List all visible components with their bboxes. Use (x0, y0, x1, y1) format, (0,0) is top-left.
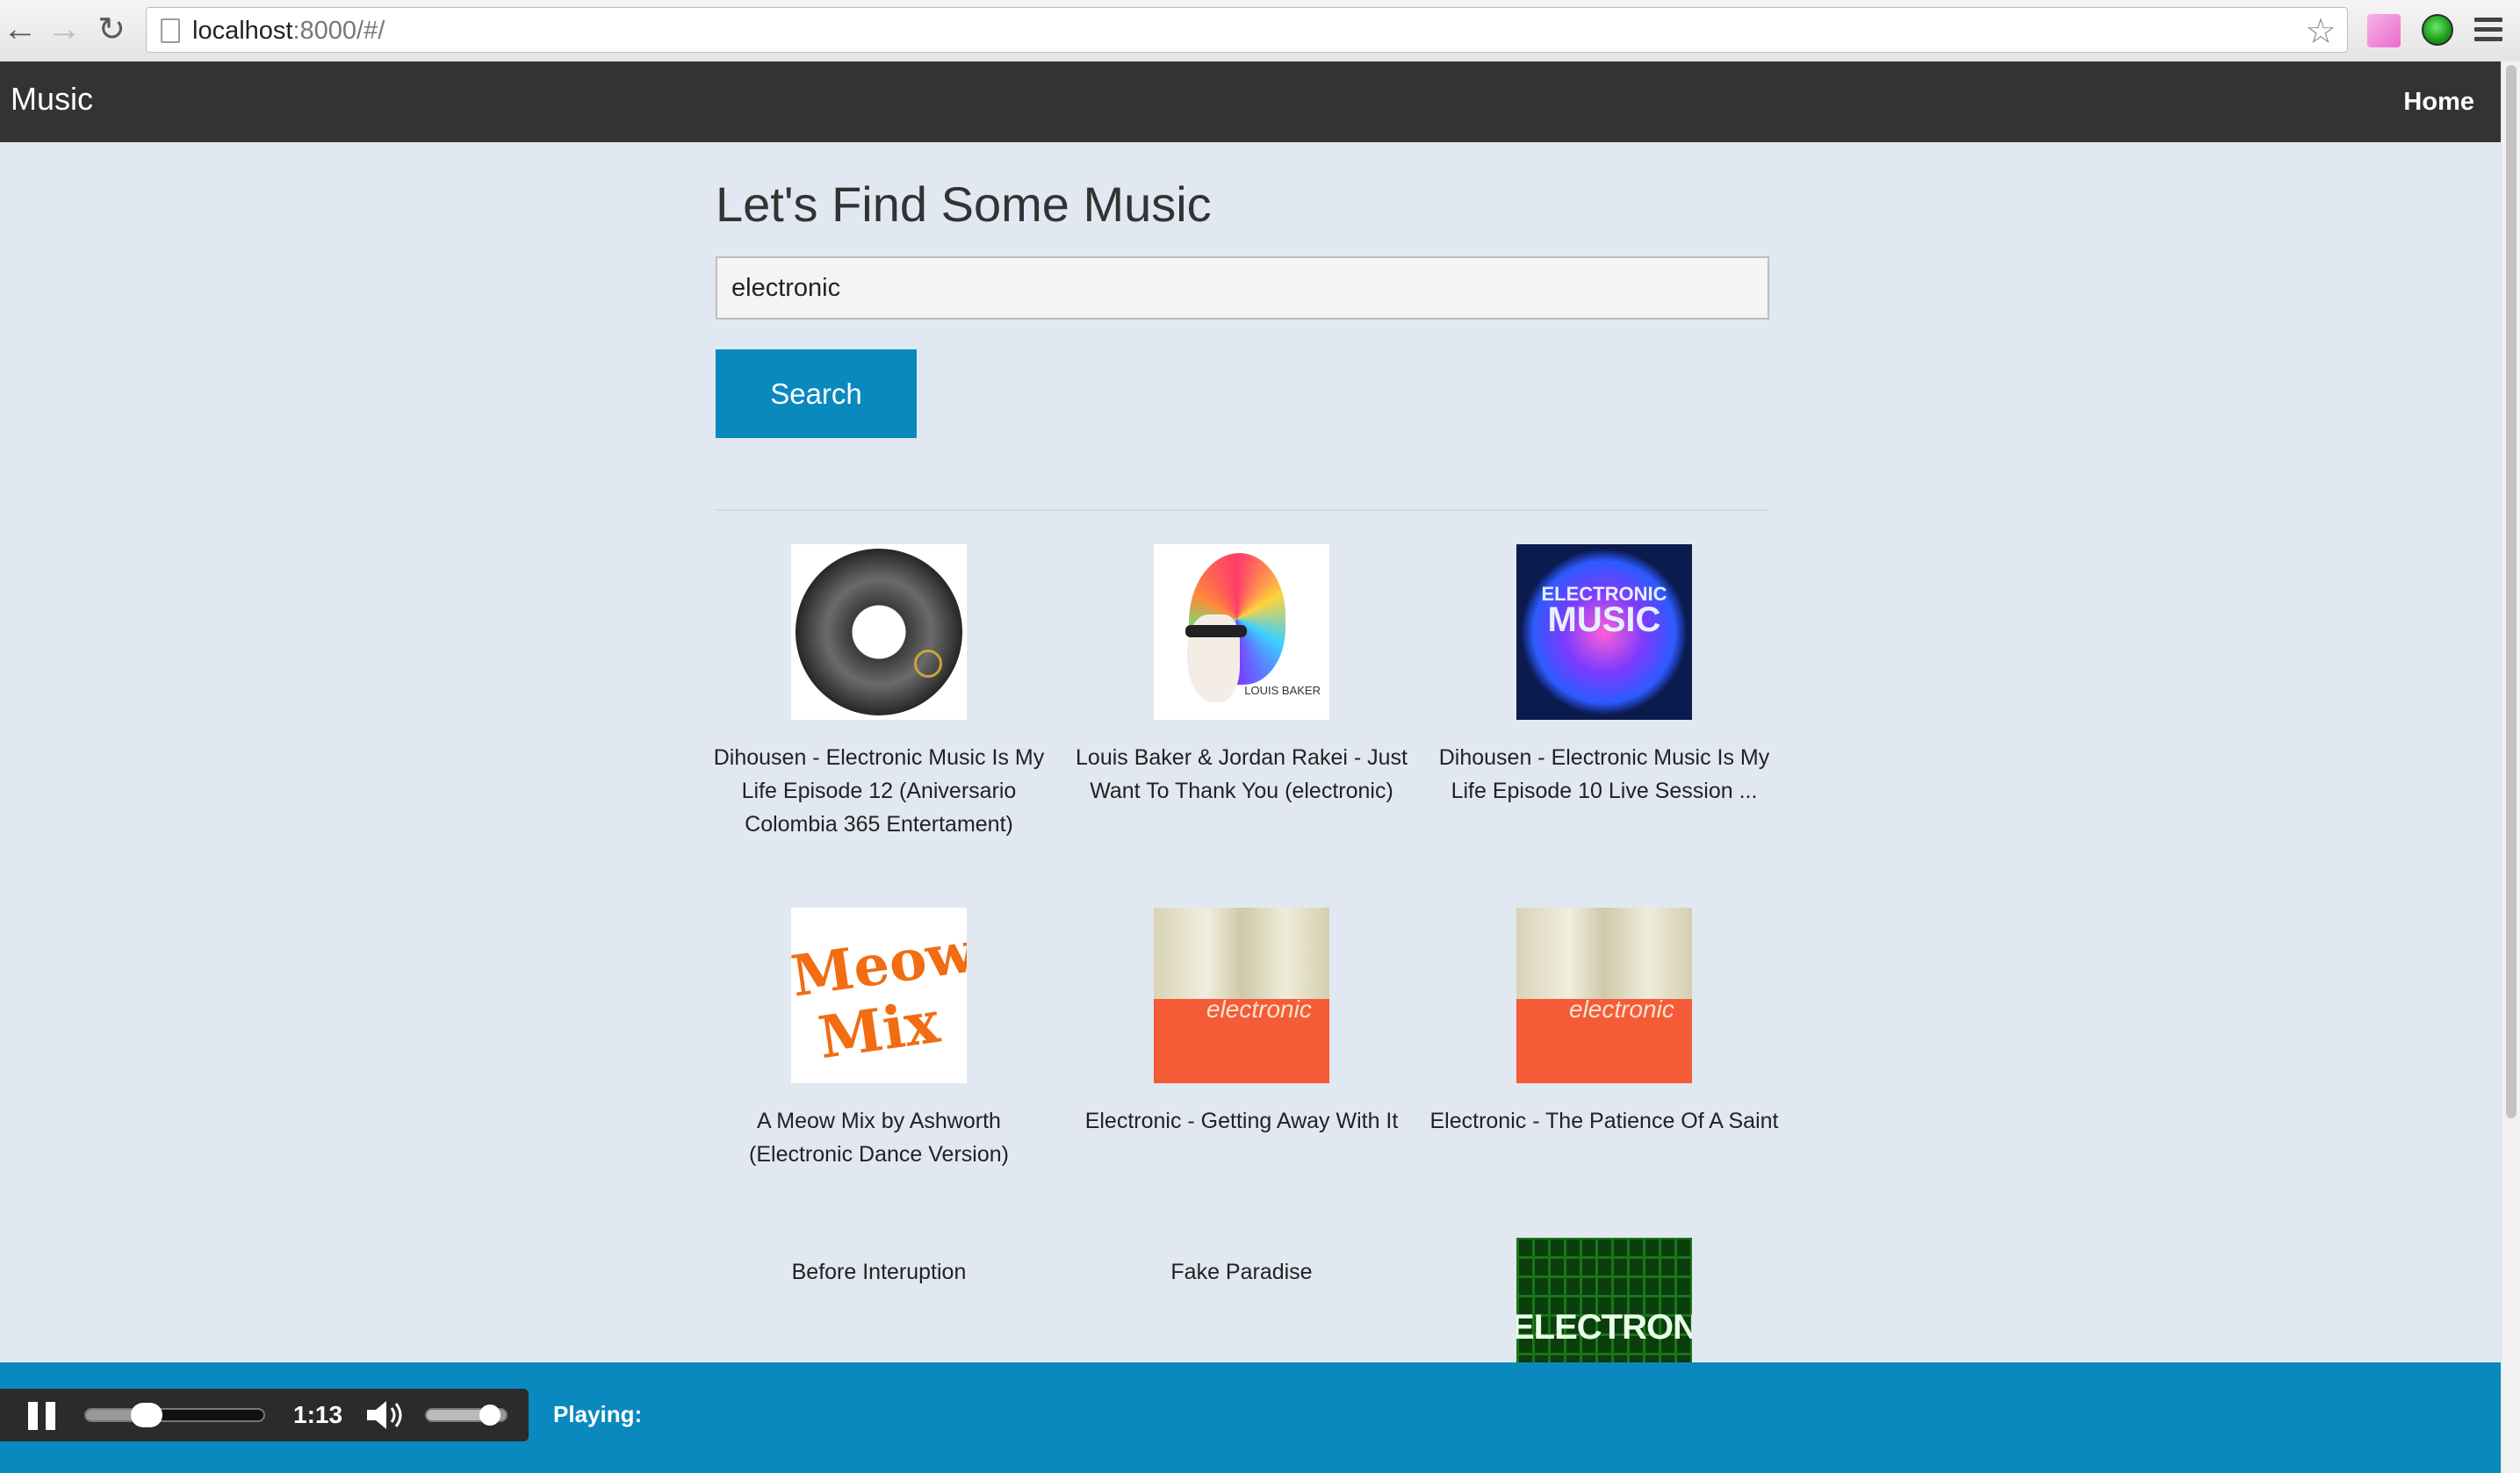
result-card[interactable]: LOUIS BAKER Louis Baker & Jordan Rakei -… (1066, 544, 1417, 808)
result-card[interactable]: Meow Mix A Meow Mix by Ashworth (Electro… (703, 908, 1055, 1171)
browser-toolbar: ← → ↻ localhost:8000/#/ ☆ (0, 0, 2520, 62)
result-card[interactable]: Before Interuption (703, 1255, 1055, 1289)
extension-status-icon[interactable] (2422, 14, 2453, 46)
result-title[interactable]: Dihousen - Electronic Music Is My Life E… (703, 741, 1055, 841)
result-title[interactable]: Electronic - The Patience Of A Saint (1429, 1104, 1780, 1138)
browser-menu-icon[interactable] (2474, 18, 2502, 47)
volume-icon[interactable] (365, 1399, 409, 1431)
pause-icon[interactable] (28, 1402, 56, 1430)
player-controls: 1:13 (0, 1389, 529, 1441)
result-title[interactable]: Electronic - Getting Away With It (1066, 1104, 1417, 1138)
volume-slider[interactable] (425, 1405, 508, 1426)
address-bar[interactable]: localhost:8000/#/ ☆ (146, 7, 2348, 53)
result-title[interactable]: Dihousen - Electronic Music Is My Life E… (1429, 741, 1780, 808)
result-title[interactable]: Fake Paradise (1066, 1255, 1417, 1289)
result-title[interactable]: Louis Baker & Jordan Rakei - Just Want T… (1066, 741, 1417, 808)
volume-knob[interactable] (479, 1405, 500, 1426)
forward-icon[interactable]: → (44, 9, 84, 49)
audio-player-bar: 1:13 Playing: (0, 1362, 2501, 1473)
seek-slider[interactable] (84, 1403, 265, 1427)
page-icon (161, 18, 180, 43)
album-thumbnail[interactable]: electronic (1154, 908, 1329, 1083)
url-text: localhost:8000/#/ (192, 17, 385, 45)
page-title: Let's Find Some Music (716, 176, 1212, 232)
scrollbar-thumb[interactable] (2506, 65, 2516, 1118)
album-thumbnail[interactable]: Meow Mix (791, 908, 967, 1083)
result-card[interactable]: Fake Paradise (1066, 1255, 1417, 1289)
search-input[interactable] (716, 256, 1769, 320)
home-link[interactable]: Home (2403, 88, 2474, 117)
page-scrollbar[interactable] (2501, 61, 2520, 1473)
result-card[interactable]: electronic Electronic - The Patience Of … (1429, 908, 1780, 1138)
result-card[interactable]: Dihousen - Electronic Music Is My Life E… (703, 544, 1055, 841)
result-title[interactable]: Before Interuption (703, 1255, 1055, 1289)
back-icon[interactable]: ← (0, 9, 40, 49)
extension-icon[interactable] (2367, 14, 2401, 47)
result-card[interactable]: ELECTRONIC MUSIC Dihousen - Electronic M… (1429, 544, 1780, 808)
playback-time: 1:13 (293, 1401, 343, 1428)
album-thumbnail[interactable]: ELECTRONIC MUSIC (1516, 544, 1692, 720)
bookmark-star-icon[interactable]: ☆ (2305, 11, 2336, 52)
album-thumbnail[interactable]: electronic (1516, 908, 1692, 1083)
seek-knob[interactable] (131, 1403, 162, 1427)
album-thumbnail[interactable] (791, 544, 967, 720)
album-thumbnail[interactable]: LOUIS BAKER (1154, 544, 1329, 720)
result-title[interactable]: A Meow Mix by Ashworth (Electronic Dance… (703, 1104, 1055, 1171)
search-button[interactable]: Search (716, 349, 917, 438)
divider (716, 509, 1769, 511)
result-card[interactable]: electronic Electronic - Getting Away Wit… (1066, 908, 1417, 1138)
brand-link[interactable]: Music (11, 81, 93, 118)
app-navbar: Music Home (0, 61, 2501, 142)
now-playing-label: Playing: (553, 1401, 643, 1427)
reload-icon[interactable]: ↻ (91, 9, 132, 49)
